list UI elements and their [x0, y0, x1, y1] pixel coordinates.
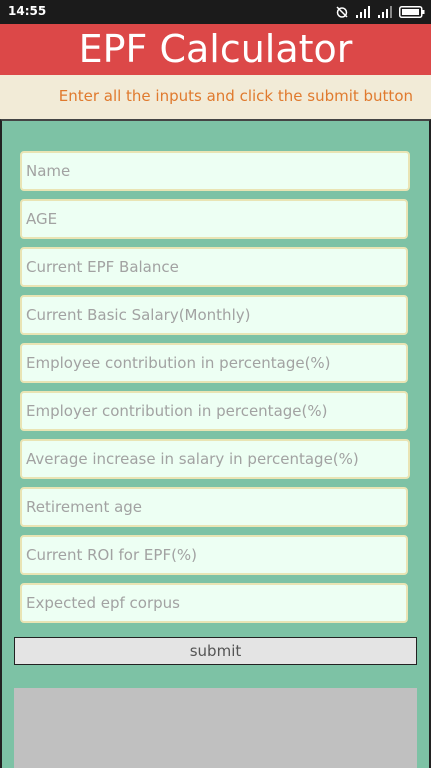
- employee-contribution-input[interactable]: [20, 343, 408, 383]
- roi-input[interactable]: [20, 535, 408, 575]
- status-bar: 14:55: [0, 0, 431, 24]
- alarm-off-icon: [336, 6, 348, 18]
- signal-icon: [378, 6, 392, 18]
- salary-increase-input[interactable]: [20, 439, 410, 479]
- signal-icon: [356, 6, 370, 18]
- retirement-age-input[interactable]: [20, 487, 408, 527]
- basic-salary-input[interactable]: [20, 295, 408, 335]
- expected-corpus-input[interactable]: [20, 583, 408, 623]
- epf-balance-input[interactable]: [20, 247, 408, 287]
- instruction-text: Enter all the inputs and click the submi…: [58, 87, 413, 105]
- app-title: EPF Calculator: [78, 27, 353, 71]
- battery-icon: [399, 6, 425, 18]
- name-input[interactable]: [20, 151, 410, 191]
- status-icons: [335, 5, 425, 19]
- submit-button[interactable]: submit: [14, 637, 417, 665]
- employer-contribution-input[interactable]: [20, 391, 408, 431]
- status-time: 14:55: [8, 4, 47, 18]
- result-area: [14, 688, 417, 768]
- app-title-bar: EPF Calculator: [0, 24, 431, 75]
- age-input[interactable]: [20, 199, 408, 239]
- instruction-bar: Enter all the inputs and click the submi…: [0, 75, 431, 119]
